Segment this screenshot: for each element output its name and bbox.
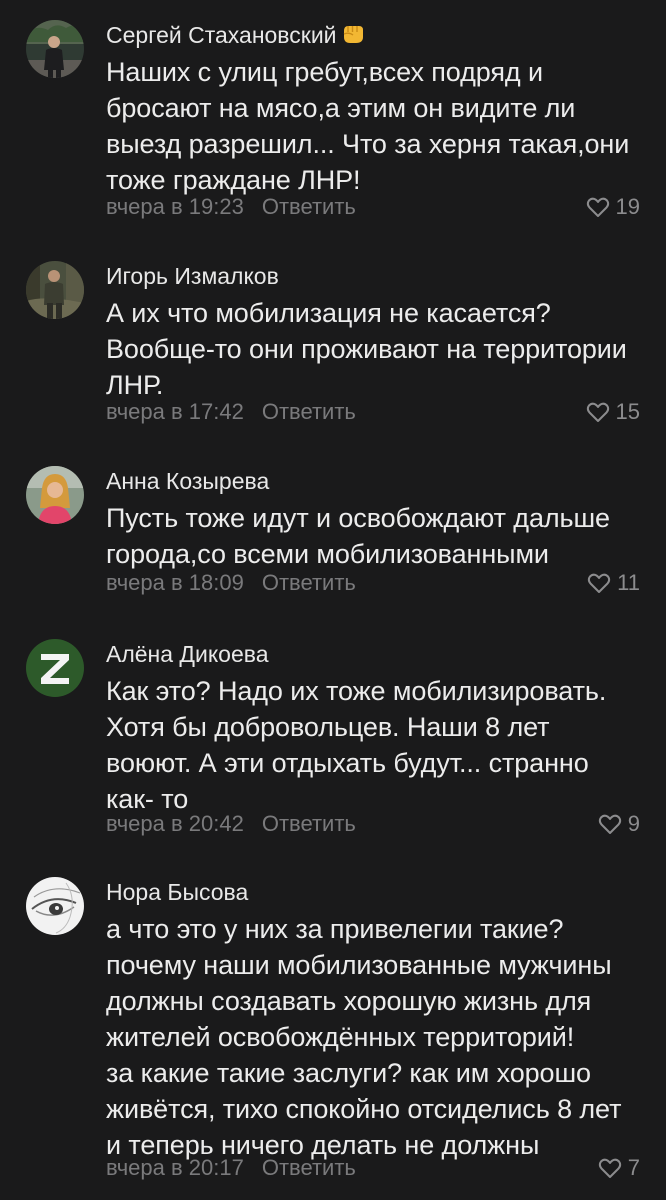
avatar-eye-drawing-icon	[26, 877, 84, 935]
comment-meta: вчера в 18:09 Ответить	[106, 569, 356, 597]
like-button[interactable]: 9	[598, 810, 640, 838]
comment-meta: вчера в 20:42 Ответить	[106, 810, 356, 838]
comment-text: Наших с улиц гребут,всех подряд и бросаю…	[106, 57, 630, 195]
comment-time: вчера в 18:09	[106, 570, 244, 595]
reply-button[interactable]: Ответить	[262, 1155, 356, 1180]
avatar-photo-man-icon	[26, 20, 84, 78]
like-button[interactable]: 19	[586, 193, 640, 221]
avatar-photo-man-forest-icon	[26, 261, 84, 319]
comment-time: вчера в 20:42	[106, 811, 244, 836]
heart-icon	[586, 402, 609, 422]
avatar[interactable]	[26, 20, 84, 78]
comment-text: Пусть тоже идут и освобождают дальше гор…	[106, 503, 610, 569]
comment-meta: вчера в 19:23 Ответить	[106, 193, 356, 221]
comment-meta: вчера в 17:42 Ответить	[106, 398, 356, 426]
avatar[interactable]	[26, 466, 84, 524]
heart-icon	[588, 573, 611, 593]
avatar[interactable]	[26, 877, 84, 935]
reply-button[interactable]: Ответить	[262, 399, 356, 424]
comment-text: А их что мобилизация не касается? Вообще…	[106, 298, 627, 400]
like-count: 11	[617, 570, 640, 595]
heart-icon	[598, 814, 621, 834]
like-button[interactable]: 7	[598, 1154, 640, 1182]
reply-button[interactable]: Ответить	[262, 194, 356, 219]
avatar-z-letter-icon	[26, 639, 84, 697]
like-count: 19	[615, 194, 640, 219]
comment-author[interactable]: Анна Козырева	[106, 466, 269, 496]
like-button[interactable]: 15	[586, 398, 640, 426]
comment-text: а что это у них за привелегии такие? поч…	[106, 914, 622, 1160]
comment-author[interactable]: Алёна Дикоева	[106, 639, 269, 669]
comment-text: Как это? Надо их тоже мобилизировать. Хо…	[106, 676, 607, 814]
comment-author[interactable]: Игорь Измалков	[106, 261, 279, 291]
like-button[interactable]: 11	[587, 569, 640, 597]
reply-button[interactable]: Ответить	[262, 570, 356, 595]
comment-time: вчера в 20:17	[106, 1155, 244, 1180]
avatar[interactable]	[26, 261, 84, 319]
like-count: 15	[615, 399, 640, 424]
avatar-photo-woman-icon	[26, 466, 84, 524]
comment-time: вчера в 17:42	[106, 399, 244, 424]
comment-author[interactable]: Нора Бысова	[106, 877, 248, 907]
comment-author[interactable]: Сергей Стахановский	[106, 20, 365, 52]
reply-button[interactable]: Ответить	[262, 811, 356, 836]
avatar[interactable]	[26, 639, 84, 697]
heart-icon	[598, 1158, 621, 1178]
comment-meta: вчера в 20:17 Ответить	[106, 1154, 356, 1182]
fist-emoji-icon	[341, 22, 365, 52]
like-count: 7	[627, 1155, 640, 1180]
like-count: 9	[627, 811, 640, 836]
comment-time: вчера в 19:23	[106, 194, 244, 219]
heart-icon	[586, 197, 609, 217]
